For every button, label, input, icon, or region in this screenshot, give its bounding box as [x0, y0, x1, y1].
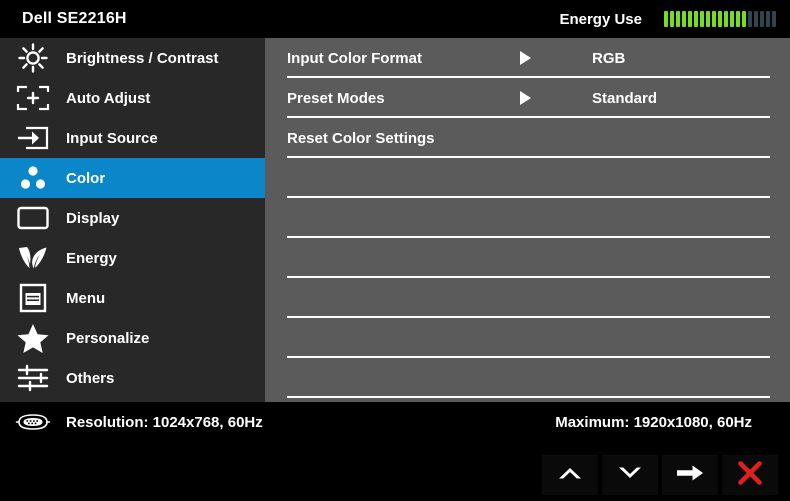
setting-row-input-color-format[interactable]: Input Color Format RGB: [265, 38, 790, 78]
sidebar-item-label: Menu: [66, 290, 105, 307]
setting-value: Standard: [592, 90, 657, 107]
energy-meter-segment: [706, 11, 710, 27]
maximum-resolution-label: Maximum: 1920x1080, 60Hz: [555, 414, 752, 431]
setting-value: RGB: [592, 50, 625, 67]
current-resolution-label: Resolution: 1024x768, 60Hz: [66, 414, 263, 431]
leaf-icon: [0, 238, 66, 278]
title-bar: Dell SE2216H Energy Use: [0, 0, 790, 38]
navigation-buttons: [542, 455, 778, 495]
setting-row-empty-5: [265, 238, 790, 278]
sidebar-item-input-source[interactable]: Input Source: [0, 118, 265, 158]
exit-button[interactable]: [722, 455, 778, 495]
sidebar: Brightness / Contrast Auto Adjust Input …: [0, 38, 265, 402]
setting-row-empty-6: [265, 278, 790, 318]
submenu-arrow-icon: [520, 51, 531, 65]
enter-button[interactable]: [662, 455, 718, 495]
dell-osd-menu: Dell SE2216H Energy Use Brightness: [0, 0, 790, 501]
sidebar-item-label: Brightness / Contrast: [66, 50, 219, 67]
content-panel: Input Color Format RGB Preset Modes Standar…: [265, 38, 790, 402]
chevron-up-icon: [556, 463, 584, 488]
energy-meter-segment: [772, 11, 776, 27]
sidebar-item-label: Display: [66, 210, 119, 227]
sidebar-item-energy[interactable]: Energy: [0, 238, 265, 278]
status-maximum-group: Maximum: 1920x1080, 60Hz: [555, 402, 752, 442]
monitor-model-label: Dell SE2216H: [22, 10, 127, 28]
sidebar-item-display[interactable]: Display: [0, 198, 265, 238]
energy-meter-segment: [712, 11, 716, 27]
sidebar-item-label: Color: [66, 170, 105, 187]
down-button[interactable]: [602, 455, 658, 495]
energy-meter-segment: [760, 11, 764, 27]
close-x-icon: [737, 460, 763, 491]
menu-icon: [0, 278, 66, 318]
setting-label: Preset Modes: [287, 90, 385, 107]
chevron-down-icon: [616, 463, 644, 488]
energy-meter-segment: [682, 11, 686, 27]
setting-row-preset-modes[interactable]: Preset Modes Standard: [265, 78, 790, 118]
status-bar: Resolution: 1024x768, 60Hz Maximum: 1920…: [0, 402, 790, 442]
up-button[interactable]: [542, 455, 598, 495]
energy-meter-segment: [766, 11, 770, 27]
sliders-icon: [0, 358, 66, 398]
submenu-arrow-icon: [520, 91, 531, 105]
energy-meter-segment: [742, 11, 746, 27]
energy-use-meter: [664, 11, 776, 27]
energy-meter-segment: [676, 11, 680, 27]
sidebar-item-auto-adjust[interactable]: Auto Adjust: [0, 78, 265, 118]
sidebar-item-label: Personalize: [66, 330, 149, 347]
settings-list: Input Color Format RGB Preset Modes Standar…: [265, 38, 790, 398]
sidebar-item-personalize[interactable]: Personalize: [0, 318, 265, 358]
vga-connector-icon: [0, 414, 66, 430]
energy-meter-segment: [736, 11, 740, 27]
energy-meter-segment: [670, 11, 674, 27]
energy-meter-segment: [700, 11, 704, 27]
setting-row-empty-4: [265, 198, 790, 238]
energy-meter-segment: [724, 11, 728, 27]
energy-meter-segment: [754, 11, 758, 27]
setting-row-empty-3: [265, 158, 790, 198]
menu-body: Brightness / Contrast Auto Adjust Input …: [0, 38, 790, 402]
energy-use-group: Energy Use: [559, 0, 776, 38]
brightness-icon: [0, 38, 66, 78]
sidebar-item-color[interactable]: Color: [0, 158, 265, 198]
row-separator: [287, 396, 770, 398]
status-resolution-group: Resolution: 1024x768, 60Hz: [0, 402, 263, 442]
display-icon: [0, 198, 66, 238]
energy-meter-segment: [694, 11, 698, 27]
energy-meter-segment: [748, 11, 752, 27]
sidebar-item-label: Energy: [66, 250, 117, 267]
setting-row-reset-color-settings[interactable]: Reset Color Settings: [265, 118, 790, 158]
sidebar-item-brightness-contrast[interactable]: Brightness / Contrast: [0, 38, 265, 78]
energy-meter-segment: [664, 11, 668, 27]
setting-row-empty-7: [265, 318, 790, 358]
auto-adjust-icon: [0, 78, 66, 118]
sidebar-item-menu[interactable]: Menu: [0, 278, 265, 318]
star-icon: [0, 318, 66, 358]
sidebar-item-label: Input Source: [66, 130, 158, 147]
setting-row-empty-8: [265, 358, 790, 398]
color-dots-icon: [0, 158, 66, 198]
energy-use-label: Energy Use: [559, 11, 642, 28]
sidebar-item-others[interactable]: Others: [0, 358, 265, 398]
setting-label: Input Color Format: [287, 50, 422, 67]
input-source-icon: [0, 118, 66, 158]
sidebar-item-label: Others: [66, 370, 114, 387]
setting-label: Reset Color Settings: [287, 130, 435, 147]
sidebar-item-label: Auto Adjust: [66, 90, 150, 107]
energy-meter-segment: [688, 11, 692, 27]
arrow-right-icon: [675, 463, 705, 488]
energy-meter-segment: [718, 11, 722, 27]
energy-meter-segment: [730, 11, 734, 27]
